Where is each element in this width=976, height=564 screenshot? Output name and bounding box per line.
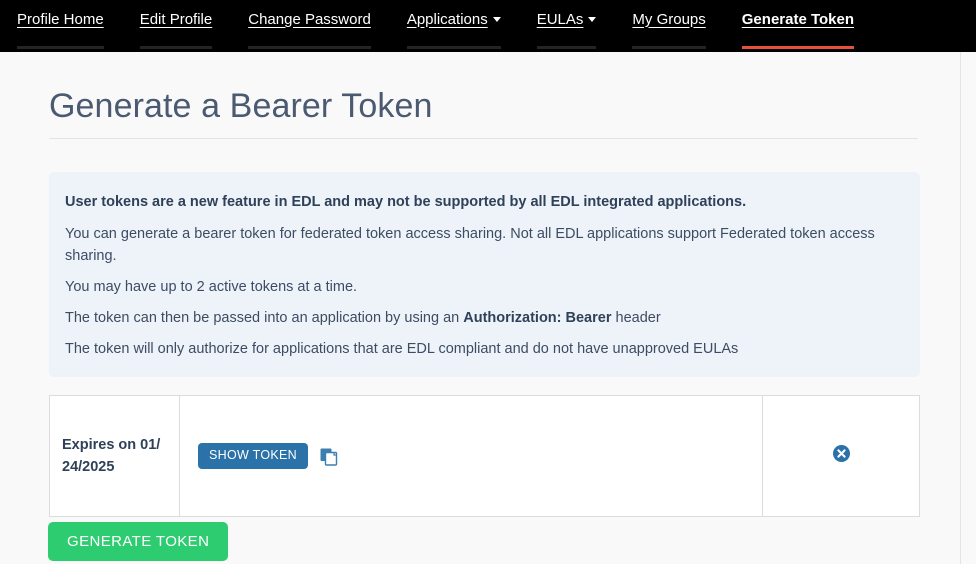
chevron-down-icon <box>588 16 597 22</box>
nav-item-change-password[interactable]: Change Password <box>248 0 371 52</box>
nav-item-active-underline <box>741 46 855 49</box>
token-expiry-cell: Expires on 01/24/2025 <box>49 395 180 517</box>
nav-item-label: Change Password <box>248 10 371 28</box>
nav-list: Profile Home Edit Profile Change Passwor… <box>0 0 976 52</box>
authorization-header-emphasis: Authorization: Bearer <box>463 310 612 327</box>
table-row: Expires on 01/24/2025 SHOW TOKEN <box>49 395 920 517</box>
nav-item-label: My Groups <box>632 10 706 28</box>
token-table: Expires on 01/24/2025 SHOW TOKEN <box>49 395 920 517</box>
info-paragraph-3-prefix: The token can then be passed into an app… <box>65 310 464 327</box>
page-content: Generate a Bearer Token User tokens are … <box>0 52 960 564</box>
token-table-body: Expires on 01/24/2025 SHOW TOKEN <box>49 395 920 517</box>
nav-item-underline <box>406 46 501 49</box>
delete-circle-icon[interactable] <box>832 445 850 462</box>
nav-item-label: Profile Home <box>17 10 104 28</box>
token-actions-group: SHOW TOKEN <box>198 443 744 469</box>
nav-item-label: Applications <box>406 10 488 28</box>
nav-item-profile-home[interactable]: Profile Home <box>17 0 104 52</box>
token-delete-cell <box>762 395 920 517</box>
info-panel-paragraph-3: The token can then be passed into an app… <box>65 307 904 329</box>
nav-item-my-groups[interactable]: My Groups <box>632 0 706 52</box>
nav-item-underline <box>139 46 213 49</box>
page-title: Generate a Bearer Token <box>49 87 433 125</box>
nav-item-underline <box>632 46 706 49</box>
generate-token-button[interactable]: GENERATE TOKEN <box>48 522 229 561</box>
nav-item-generate-token[interactable]: Generate Token <box>741 0 855 52</box>
nav-item-label: EULAs <box>536 10 584 28</box>
nav-item-label: Edit Profile <box>139 10 213 28</box>
info-panel-paragraph-1: You can generate a bearer token for fede… <box>65 226 875 265</box>
info-panel-paragraph-4: The token will only authorize for applic… <box>65 341 739 358</box>
title-divider <box>49 138 918 139</box>
info-panel: User tokens are a new feature in EDL and… <box>49 172 920 377</box>
nav-item-underline <box>248 46 371 49</box>
info-panel-lead: User tokens are a new feature in EDL and… <box>65 194 747 210</box>
copy-icon[interactable] <box>320 448 338 466</box>
top-navigation-bar: Profile Home Edit Profile Change Passwor… <box>0 0 976 52</box>
info-panel-paragraph-2: You may have up to 2 active tokens at a … <box>65 279 358 296</box>
nav-item-underline <box>17 46 104 49</box>
nav-item-eulas[interactable]: EULAs <box>536 0 597 52</box>
nav-item-edit-profile[interactable]: Edit Profile <box>139 0 213 52</box>
info-paragraph-3-suffix: header <box>611 310 661 327</box>
nav-item-underline <box>536 46 597 49</box>
scrollbar-track[interactable] <box>960 52 976 564</box>
nav-item-applications[interactable]: Applications <box>406 0 501 52</box>
nav-item-label: Generate Token <box>741 10 855 28</box>
token-value-cell: SHOW TOKEN <box>179 395 763 517</box>
show-token-button[interactable]: SHOW TOKEN <box>198 443 308 469</box>
chevron-down-icon <box>492 16 501 22</box>
